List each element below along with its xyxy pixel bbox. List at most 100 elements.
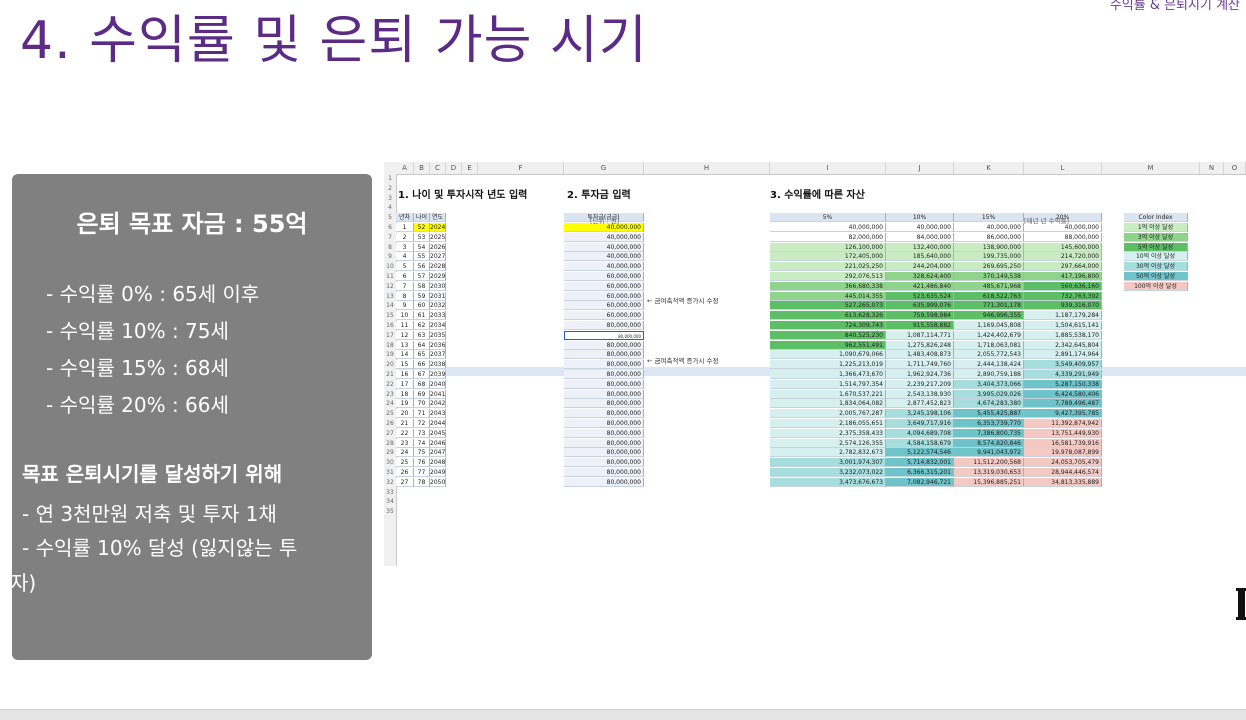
asset-cell[interactable]: 19,978,087,899 xyxy=(1024,448,1102,458)
investment-cell[interactable]: 60,000,000 xyxy=(564,291,644,301)
row-number[interactable]: 31 xyxy=(384,468,396,477)
asset-cell[interactable]: 724,309,743 xyxy=(770,321,886,330)
age-cell[interactable]: 62 xyxy=(414,321,430,330)
asset-cell[interactable]: 13,319,030,653 xyxy=(954,468,1024,477)
investment-cell[interactable]: 60,000,000 xyxy=(564,281,644,291)
row-number[interactable]: 7 xyxy=(384,233,396,242)
row-number[interactable]: 33 xyxy=(384,488,396,497)
investment-cell[interactable]: 80,000,000 xyxy=(564,379,644,389)
age-cell[interactable]: 54 xyxy=(414,242,430,252)
investment-cell[interactable]: 40,000,000 xyxy=(564,232,644,242)
asset-cell[interactable]: 2,444,138,424 xyxy=(954,360,1024,370)
color-index-item[interactable]: 30억 이상 달성 xyxy=(1124,262,1188,272)
asset-cell[interactable]: 199,735,000 xyxy=(954,252,1024,262)
investment-cell[interactable]: 80,000,000 xyxy=(564,438,644,448)
asset-cell[interactable]: 523,635,524 xyxy=(886,291,954,301)
year-cell[interactable]: 2040 xyxy=(430,379,446,389)
year-no-cell[interactable]: 17 xyxy=(396,379,414,389)
asset-cell[interactable]: 28,944,446,574 xyxy=(1024,468,1102,477)
asset-cell[interactable]: 269,695,250 xyxy=(954,262,1024,272)
investment-cell[interactable]: 40,000,000 xyxy=(564,252,644,262)
investment-cell[interactable]: 80,000,000 xyxy=(564,389,644,399)
year-cell[interactable]: 2027 xyxy=(430,252,446,262)
asset-cell[interactable]: 2,005,767,287 xyxy=(770,409,886,419)
asset-cell[interactable]: 915,558,882 xyxy=(886,321,954,330)
year-no-cell[interactable]: 9 xyxy=(396,301,414,311)
age-cell[interactable]: 53 xyxy=(414,232,430,242)
asset-cell[interactable]: 9,941,043,972 xyxy=(954,448,1024,458)
age-cell[interactable]: 77 xyxy=(414,468,430,477)
header-age[interactable]: 나이 xyxy=(414,213,430,223)
asset-cell[interactable]: 840,525,230 xyxy=(770,330,886,340)
year-no-cell[interactable]: 6 xyxy=(396,272,414,281)
year-cell[interactable]: 2045 xyxy=(430,428,446,438)
age-cell[interactable]: 65 xyxy=(414,350,430,360)
asset-cell[interactable]: 221,025,250 xyxy=(770,262,886,272)
asset-cell[interactable]: 2,342,645,804 xyxy=(1024,340,1102,350)
row-number[interactable]: 35 xyxy=(384,507,396,516)
year-no-cell[interactable]: 1 xyxy=(396,223,414,232)
year-cell[interactable]: 2035 xyxy=(430,330,446,340)
age-cell[interactable]: 60 xyxy=(414,301,430,311)
row-number[interactable]: 14 xyxy=(384,301,396,310)
year-cell[interactable]: 2044 xyxy=(430,419,446,428)
asset-cell[interactable]: 3,232,073,022 xyxy=(770,468,886,477)
column-letter-F[interactable]: F xyxy=(478,162,564,174)
header-year-no[interactable]: 년차 xyxy=(396,213,414,223)
row-number[interactable]: 29 xyxy=(384,448,396,457)
year-cell[interactable]: 2033 xyxy=(430,311,446,321)
year-cell[interactable]: 2024 xyxy=(430,223,446,232)
year-cell[interactable]: 2034 xyxy=(430,321,446,330)
row-number[interactable]: 11 xyxy=(384,272,396,281)
investment-cell[interactable]: 80,000,000 xyxy=(564,350,644,360)
asset-cell[interactable]: 3,001,974,307 xyxy=(770,458,886,468)
asset-cell[interactable]: 1,087,114,771 xyxy=(886,330,954,340)
asset-cell[interactable]: 759,598,984 xyxy=(886,311,954,321)
year-cell[interactable]: 2026 xyxy=(430,242,446,252)
year-cell[interactable]: 2046 xyxy=(430,438,446,448)
year-no-cell[interactable]: 7 xyxy=(396,281,414,291)
column-letter-K[interactable]: K xyxy=(954,162,1024,174)
row-number[interactable]: 16 xyxy=(384,321,396,330)
investment-cell[interactable]: 80,000,000 xyxy=(564,477,644,487)
year-cell[interactable]: 2047 xyxy=(430,448,446,458)
row-number[interactable]: 3 xyxy=(384,194,396,203)
year-no-cell[interactable]: 8 xyxy=(396,291,414,301)
asset-cell[interactable]: 618,522,763 xyxy=(954,291,1024,301)
asset-cell[interactable]: 485,671,968 xyxy=(954,281,1024,291)
asset-cell[interactable]: 1,090,679,066 xyxy=(770,350,886,360)
year-no-cell[interactable]: 24 xyxy=(396,448,414,458)
asset-cell[interactable]: 2,890,759,188 xyxy=(954,370,1024,379)
row-number[interactable]: 4 xyxy=(384,203,396,212)
column-letter-M[interactable]: M xyxy=(1102,162,1200,174)
year-no-cell[interactable]: 20 xyxy=(396,409,414,419)
year-no-cell[interactable]: 21 xyxy=(396,419,414,428)
year-cell[interactable]: 2043 xyxy=(430,409,446,419)
age-cell[interactable]: 61 xyxy=(414,311,430,321)
row-number[interactable]: 1 xyxy=(384,174,396,183)
investment-cell[interactable]: 80,000,000 xyxy=(564,409,644,419)
asset-cell[interactable]: 1,187,179,284 xyxy=(1024,311,1102,321)
asset-cell[interactable]: 11,392,874,942 xyxy=(1024,419,1102,428)
asset-cell[interactable]: 328,624,400 xyxy=(886,272,954,281)
asset-cell[interactable]: 1,483,408,873 xyxy=(886,350,954,360)
asset-cell[interactable]: 1,718,063,081 xyxy=(954,340,1024,350)
asset-cell[interactable]: 5,455,425,887 xyxy=(954,409,1024,419)
color-index-item[interactable]: 3억 이상 달성 xyxy=(1124,232,1188,242)
asset-cell[interactable]: 6,424,580,406 xyxy=(1024,389,1102,399)
row-number[interactable]: 13 xyxy=(384,292,396,301)
header-rate-10%[interactable]: 10% xyxy=(886,213,954,223)
age-cell[interactable]: 76 xyxy=(414,458,430,468)
asset-cell[interactable]: 40,000,000 xyxy=(954,223,1024,232)
year-cell[interactable]: 2038 xyxy=(430,360,446,370)
year-no-cell[interactable]: 12 xyxy=(396,330,414,340)
asset-cell[interactable]: 2,574,126,355 xyxy=(770,438,886,448)
year-no-cell[interactable]: 18 xyxy=(396,389,414,399)
column-letter-B[interactable]: B xyxy=(414,162,430,174)
year-cell[interactable]: 2032 xyxy=(430,301,446,311)
row-number[interactable]: 17 xyxy=(384,331,396,340)
asset-cell[interactable]: 172,405,000 xyxy=(770,252,886,262)
row-number[interactable]: 19 xyxy=(384,350,396,359)
asset-cell[interactable]: 527,265,073 xyxy=(770,301,886,311)
asset-cell[interactable]: 2,055,772,543 xyxy=(954,350,1024,360)
